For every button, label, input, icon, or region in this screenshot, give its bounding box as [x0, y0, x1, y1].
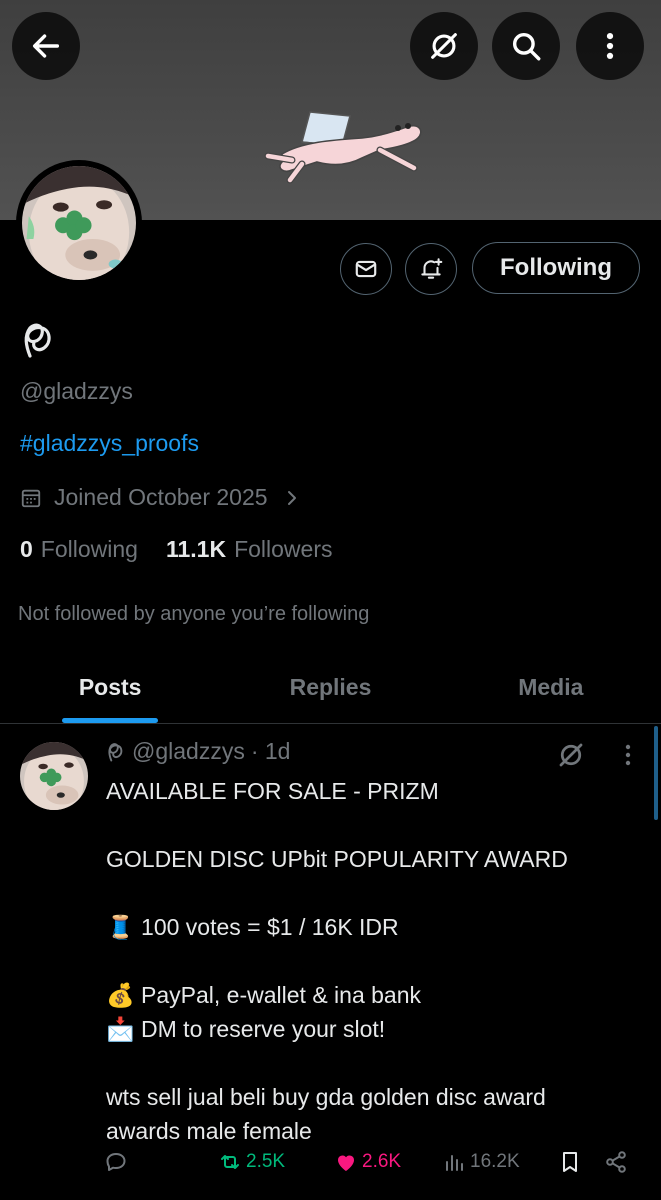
post-actions: 2.5K 2.6K 16.2K: [104, 1150, 644, 1186]
profile-handle: @gladzzys: [20, 378, 133, 404]
back-button[interactable]: [12, 12, 80, 80]
grok-icon: [431, 33, 457, 59]
post-line: wts sell jual beli buy gda golden disc a…: [106, 1084, 546, 1110]
scrollbar[interactable]: [654, 726, 658, 820]
like-count: 2.6K: [362, 1151, 402, 1172]
avatar-photo: [20, 742, 88, 816]
reply-button[interactable]: [104, 1150, 132, 1174]
views-icon: [446, 1155, 463, 1171]
bio-hashtag[interactable]: #gladzzys_proofs: [20, 430, 199, 457]
followers-count: 11.1K: [165, 536, 227, 562]
bookmark-button[interactable]: [558, 1150, 586, 1174]
search-button[interactable]: [492, 12, 560, 80]
tab-label: Posts: [78, 674, 142, 700]
avatar-photo: [22, 166, 136, 290]
message-button[interactable]: [340, 243, 392, 295]
grok-button[interactable]: [410, 12, 478, 80]
post-line: AVAILABLE FOR SALE - PRIZM: [106, 778, 439, 804]
tab-posts[interactable]: Posts: [0, 652, 220, 723]
following-button[interactable]: Following: [472, 242, 640, 294]
profile-avatar[interactable]: [16, 160, 142, 290]
post-line: awards male female: [106, 1118, 312, 1144]
post-line: GOLDEN DISC UPbit POPULARITY AWARD: [106, 846, 568, 872]
tab-label: Replies: [289, 674, 372, 700]
chevron-right-icon: [287, 490, 296, 505]
following-label: Following: [40, 536, 138, 562]
share-icon: [606, 1151, 626, 1173]
banner-illustration: [264, 111, 422, 184]
notify-button[interactable]: [405, 243, 457, 295]
active-tab-indicator: [62, 718, 159, 723]
tab-replies[interactable]: Replies: [220, 652, 440, 723]
grok-icon[interactable]: [556, 740, 586, 770]
more-vertical-icon: [606, 32, 614, 60]
post-line: 📩 DM to reserve your slot!: [106, 1016, 386, 1042]
calendar-icon: [21, 489, 41, 507]
bookmark-icon: [563, 1152, 577, 1172]
search-icon: [512, 32, 541, 61]
like-button[interactable]: 2.6K: [334, 1150, 401, 1174]
post-header: @gladzzys · 1d: [106, 738, 290, 765]
retweet-icon: [221, 1155, 239, 1169]
following-stat[interactable]: 0 Following: [20, 536, 138, 563]
tab-label: Media: [518, 674, 584, 700]
post-handle[interactable]: @gladzzys: [132, 738, 245, 765]
post-text: AVAILABLE FOR SALE - PRIZM GOLDEN DISC U…: [106, 774, 646, 1148]
display-name-glyph: [108, 742, 123, 761]
more-vertical-icon[interactable]: [618, 742, 638, 768]
bell-plus-icon: [421, 258, 443, 279]
reply-icon: [106, 1153, 126, 1171]
post-line: 🧵 100 votes = $1 / 16K IDR: [106, 914, 399, 940]
follow-stats: 0 Following 11.1K Followers: [20, 536, 360, 563]
view-count: 16.2K: [470, 1151, 520, 1172]
views-button[interactable]: 16.2K: [442, 1150, 520, 1174]
post-line: 💰 PayPal, e-wallet & ina bank: [106, 982, 422, 1008]
more-button[interactable]: [576, 12, 644, 80]
back-arrow-icon: [32, 34, 60, 58]
followers-stat[interactable]: 11.1K Followers: [166, 536, 333, 563]
retweet-count: 2.5K: [246, 1151, 286, 1172]
post-avatar[interactable]: [20, 742, 88, 816]
post-age: · 1d: [250, 738, 291, 764]
share-button[interactable]: [604, 1150, 632, 1174]
retweet-button[interactable]: 2.5K: [218, 1150, 285, 1174]
followers-label: Followers: [234, 536, 333, 562]
joined-date[interactable]: Joined October 2025: [20, 484, 300, 511]
heart-icon: [338, 1155, 354, 1171]
not-followed-note: Not followed by anyone you’re following: [18, 603, 370, 625]
display-name-glyph: [24, 323, 51, 358]
following-count: 0: [20, 536, 33, 562]
mail-icon: [355, 260, 377, 278]
joined-text: Joined October 2025: [54, 484, 268, 510]
tab-media[interactable]: Media: [441, 652, 661, 723]
profile-tabs: Posts Replies Media: [0, 652, 661, 724]
